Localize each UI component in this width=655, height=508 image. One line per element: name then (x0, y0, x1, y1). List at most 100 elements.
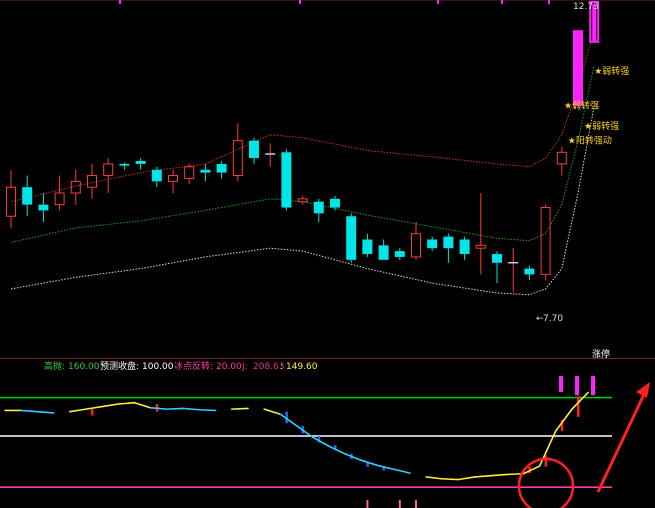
candle-body (475, 244, 486, 249)
candle (427, 236, 438, 252)
candle-body (411, 233, 421, 258)
signal-annotation: ★弱转强 (564, 100, 599, 112)
candle (249, 137, 259, 164)
candle-body (573, 30, 583, 106)
candle-body (443, 236, 454, 249)
candle (168, 169, 178, 193)
top-edge-tick (501, 0, 503, 4)
candle (475, 192, 486, 275)
indicator-curve-segment (441, 478, 460, 481)
bottom-tick (366, 500, 369, 508)
indicator-curve-segment (20, 409, 39, 413)
indicator-bar (544, 455, 548, 467)
indicator-curve-segment (571, 391, 590, 410)
candle-body (135, 161, 146, 164)
top-edge-tick (548, 0, 550, 4)
top-edge-tick (437, 0, 439, 4)
indicator-curve-segment (311, 436, 330, 448)
top-edge-tick (299, 0, 301, 4)
indicator-curve-segment (360, 459, 379, 467)
candle (135, 158, 146, 170)
candle (540, 204, 551, 281)
candle-body (103, 163, 114, 177)
indicator-curve-segment (117, 401, 136, 405)
candle-body (378, 245, 389, 260)
candle (265, 143, 276, 167)
legend-value-yellow: 149.60 (286, 362, 318, 372)
indicator-curve-segment (457, 476, 476, 481)
limit-up-marker: 涨停 (592, 348, 610, 360)
limit-up-bar (575, 376, 579, 396)
candle-body (297, 198, 308, 203)
legend-name-forecast-close: 预测收盘 (100, 360, 136, 372)
candles (6, 1, 600, 292)
indicator-curve-segment (198, 408, 217, 412)
candle-body (346, 216, 357, 260)
candle (556, 146, 567, 176)
indicator-panel: 高抛: 160.00 预测收盘: 100.00 冰点反转: 20.00 J: 2… (0, 348, 650, 508)
candle-body (22, 187, 33, 205)
candle (346, 213, 357, 263)
candle (313, 198, 324, 223)
candle (184, 163, 195, 185)
trend-arrow-head (636, 382, 650, 398)
candle (87, 163, 97, 199)
candle (297, 195, 308, 205)
indicator-curve-segment (133, 401, 152, 409)
low-price-arrow: ← (536, 314, 544, 324)
candle (362, 233, 373, 257)
legend-value-forecast-close: 100.00 (142, 362, 174, 372)
indicator-curve-segment (101, 403, 120, 408)
candle-body (168, 175, 178, 182)
bottom-tick (398, 500, 401, 508)
candle (573, 30, 583, 106)
bottom-tick (415, 500, 417, 508)
legend-value-freeze-reversal: 20.00 (216, 362, 242, 372)
indicator-curve-segment (344, 453, 363, 462)
candle (508, 248, 519, 292)
candle-body (362, 239, 373, 255)
svg-text:高抛: 160.00 预测收: 高抛: 160.00 预测收盘: 100.00 冰点反转: 20.00 J: 2… (44, 360, 318, 372)
signal-annotation: ★弱转强 (584, 120, 619, 132)
candle (103, 158, 114, 193)
high-price-label: 12.73 (573, 2, 599, 12)
candle-body (313, 201, 324, 214)
candle (54, 175, 65, 211)
bollinger-bands (10, 30, 595, 296)
candle (22, 175, 33, 217)
candle (330, 195, 340, 211)
indicator-curve-segment (328, 445, 347, 455)
indicator-curve-segment (85, 405, 103, 410)
candle-body (87, 175, 97, 188)
candle (200, 163, 211, 182)
indicator-curve-segment (182, 407, 201, 411)
candle (232, 123, 243, 182)
indicator-curve-segment (150, 407, 168, 410)
candle-body (38, 204, 49, 211)
lower-band-line (10, 105, 595, 296)
upper-band-line (10, 30, 595, 203)
candle (411, 222, 421, 260)
candle-body (394, 251, 405, 257)
legend-name-freeze-reversal: 冰点反转 (174, 360, 210, 372)
candle-body (6, 186, 16, 217)
price-panel: ★弱转强 ★弱转强 ★弱转强 ★阳转强动 12.73 7.70 ← (6, 1, 629, 324)
indicator-legend: 高抛: 160.00 预测收盘: 100.00 冰点反转: 20.00 J: 2… (44, 360, 318, 372)
indicator-bar (91, 409, 94, 416)
indicator-curve-segment (263, 408, 282, 416)
indicator-bars: 涨停 (91, 348, 610, 508)
trend-arrow-line (596, 389, 648, 493)
candle (459, 236, 470, 260)
candle (216, 161, 227, 179)
candle-body (232, 140, 243, 177)
indicator-curve-segment (473, 474, 492, 478)
legend-name-high-sell: 高抛 (44, 360, 62, 372)
candle-body (459, 239, 470, 255)
candle-body (184, 166, 195, 179)
signal-annotation: ★阳转强动 (568, 135, 612, 147)
indicator-curve-segment (279, 413, 298, 427)
candle-body (556, 151, 567, 165)
indicator-curve-segment (392, 468, 411, 474)
candle (281, 149, 292, 211)
candle (119, 162, 130, 170)
